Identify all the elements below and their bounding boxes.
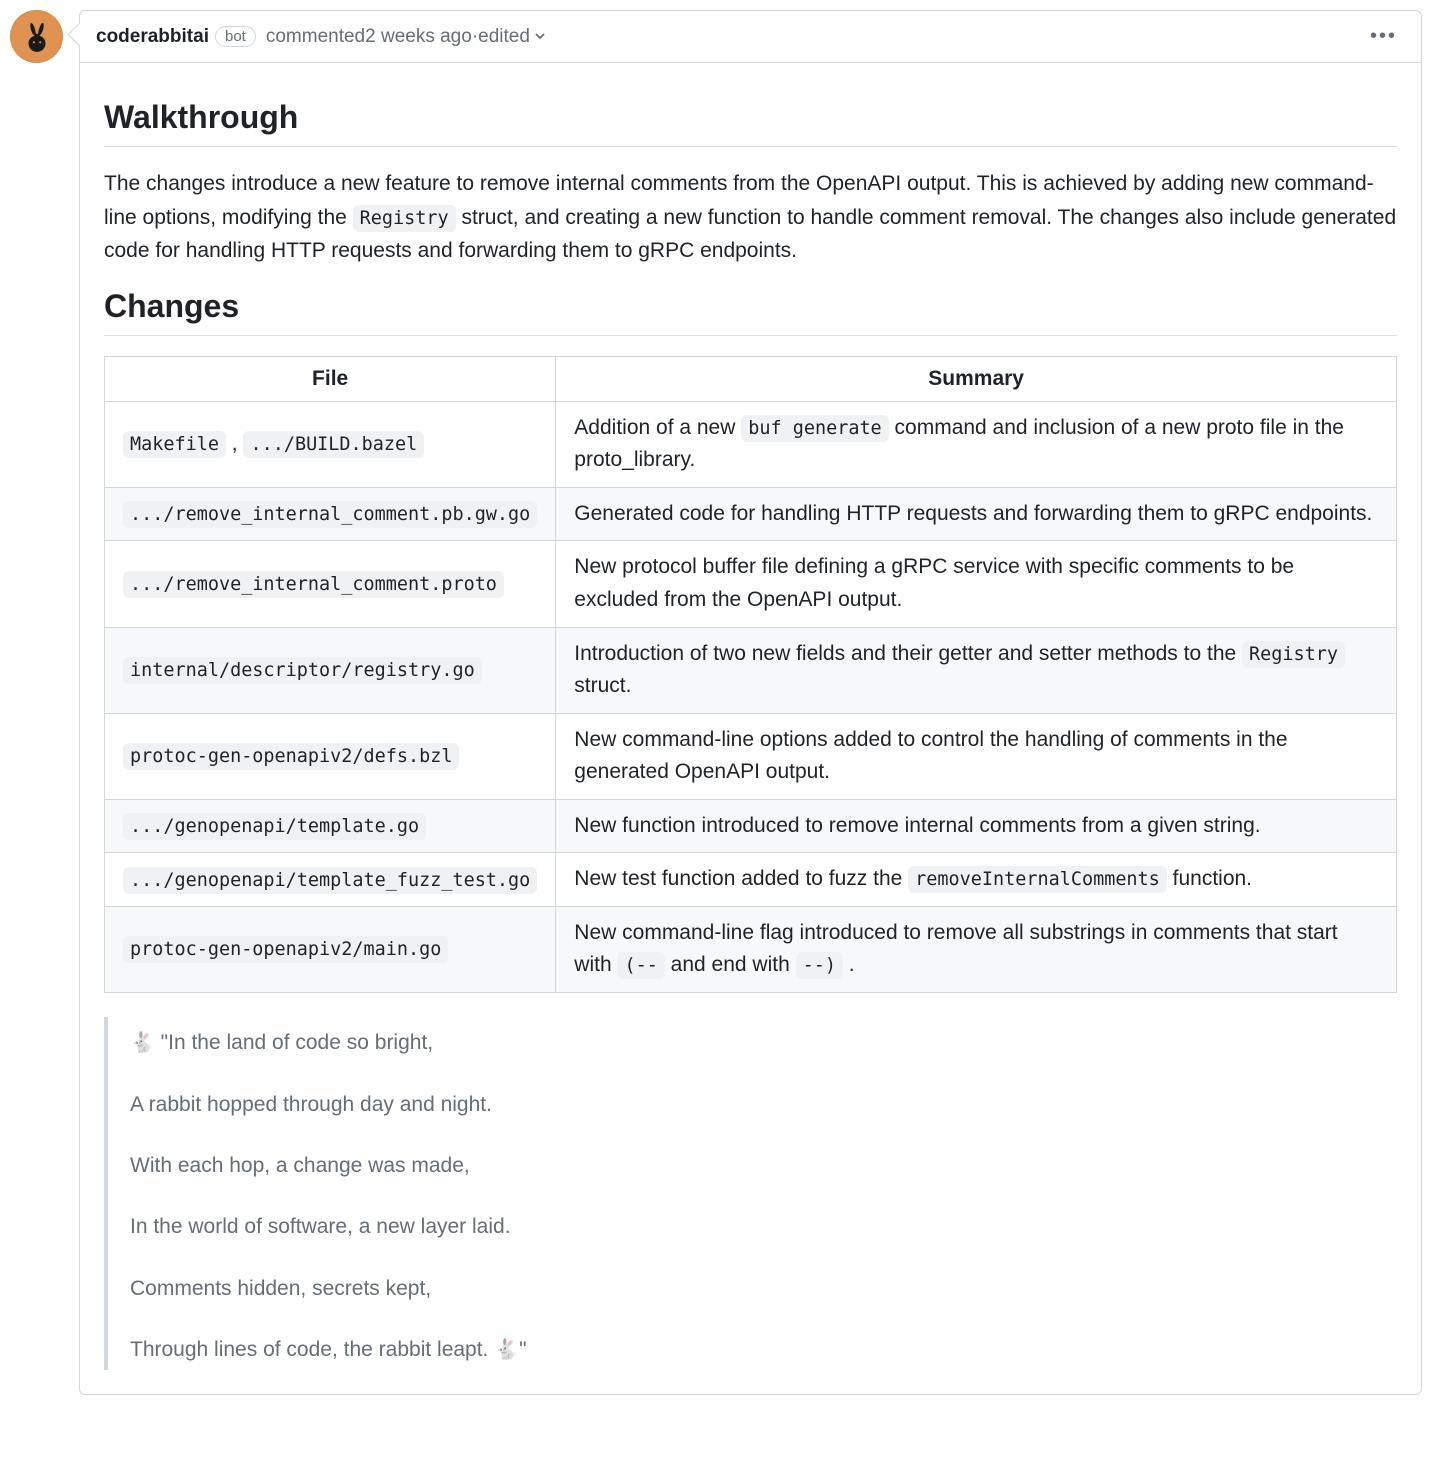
file-path: .../remove_internal_comment.proto — [123, 571, 504, 598]
file-path: .../genopenapi/template.go — [123, 813, 426, 840]
summary-cell: New function introduced to remove intern… — [556, 799, 1397, 853]
walkthrough-paragraph: The changes introduce a new feature to r… — [104, 167, 1397, 268]
poem-line: 🐇 "In the land of code so bright, — [130, 1029, 1397, 1057]
file-cell: Makefile , .../BUILD.bazel — [105, 401, 556, 487]
rabbit-icon — [20, 20, 54, 54]
comment-box: coderabbitai bot commented 2 weeks ago ·… — [79, 10, 1422, 1395]
table-header-file: File — [105, 356, 556, 401]
timestamp[interactable]: 2 weeks ago — [365, 26, 472, 48]
comment-author[interactable]: coderabbitai — [96, 26, 209, 48]
file-cell: protoc-gen-openapiv2/main.go — [105, 906, 556, 992]
code-inline: --) — [796, 952, 843, 979]
file-path: internal/descriptor/registry.go — [123, 657, 482, 684]
comment-header: coderabbitai bot commented 2 weeks ago ·… — [80, 11, 1421, 63]
code-inline: Registry — [1242, 641, 1345, 668]
file-cell: .../remove_internal_comment.pb.gw.go — [105, 487, 556, 541]
code-inline: buf generate — [741, 415, 888, 442]
summary-cell: New protocol buffer file defining a gRPC… — [556, 541, 1397, 627]
chevron-down-icon[interactable] — [534, 26, 546, 48]
rabbit-emoji-icon: 🐇 — [494, 1339, 519, 1361]
table-row: protoc-gen-openapiv2/main.go New command-… — [105, 906, 1397, 992]
kebab-menu-button[interactable]: ••• — [1362, 21, 1405, 52]
code-inline: Registry — [353, 205, 456, 232]
summary-cell: Generated code for handling HTTP request… — [556, 487, 1397, 541]
table-row: internal/descriptor/registry.go Introduct… — [105, 627, 1397, 713]
bot-badge: bot — [215, 26, 256, 47]
summary-cell: New command-line flag introduced to remo… — [556, 906, 1397, 992]
table-row: Makefile , .../BUILD.bazelAddition of a … — [105, 401, 1397, 487]
poem-line: With each hop, a change was made, — [130, 1152, 1397, 1179]
summary-cell: New test function added to fuzz the remo… — [556, 853, 1397, 907]
changes-heading: Changes — [104, 288, 1397, 336]
summary-cell: Introduction of two new fields and their… — [556, 627, 1397, 713]
poem-blockquote: 🐇 "In the land of code so bright, A rabb… — [104, 1017, 1397, 1370]
table-row: .../remove_internal_comment.proto New pro… — [105, 541, 1397, 627]
file-path: Makefile — [123, 431, 226, 458]
file-cell: .../genopenapi/template.go — [105, 799, 556, 853]
poem-line: Through lines of code, the rabbit leapt.… — [130, 1336, 1397, 1364]
edited-label[interactable]: edited — [478, 26, 530, 48]
file-cell: .../remove_internal_comment.proto — [105, 541, 556, 627]
file-path: .../BUILD.bazel — [243, 431, 424, 458]
poem-line: Comments hidden, secrets kept, — [130, 1275, 1397, 1302]
file-cell: .../genopenapi/template_fuzz_test.go — [105, 853, 556, 907]
poem-line: In the world of software, a new layer la… — [130, 1213, 1397, 1240]
table-row: .../genopenapi/template.go New function i… — [105, 799, 1397, 853]
file-path: protoc-gen-openapiv2/main.go — [123, 936, 448, 963]
poem-line: A rabbit hopped through day and night. — [130, 1091, 1397, 1118]
table-row: protoc-gen-openapiv2/defs.bzl New command… — [105, 713, 1397, 799]
commented-label: commented — [266, 26, 365, 48]
table-header-summary: Summary — [556, 356, 1397, 401]
file-path: protoc-gen-openapiv2/defs.bzl — [123, 743, 459, 770]
file-cell: internal/descriptor/registry.go — [105, 627, 556, 713]
changes-table: File Summary Makefile , .../BUILD.bazelA… — [104, 356, 1397, 993]
file-cell: protoc-gen-openapiv2/defs.bzl — [105, 713, 556, 799]
code-inline: removeInternalComments — [908, 866, 1167, 893]
comment-body: Walkthrough The changes introduce a new … — [80, 63, 1421, 1394]
rabbit-emoji-icon: 🐇 — [130, 1032, 155, 1054]
summary-cell: Addition of a new buf generate command a… — [556, 401, 1397, 487]
file-path: .../genopenapi/template_fuzz_test.go — [123, 867, 537, 894]
summary-cell: New command-line options added to contro… — [556, 713, 1397, 799]
code-inline: (-- — [617, 952, 664, 979]
comment-container: coderabbitai bot commented 2 weeks ago ·… — [10, 10, 1422, 1395]
table-row: .../genopenapi/template_fuzz_test.go New … — [105, 853, 1397, 907]
walkthrough-heading: Walkthrough — [104, 99, 1397, 147]
avatar[interactable] — [10, 10, 63, 63]
file-path: .../remove_internal_comment.pb.gw.go — [123, 501, 537, 528]
table-row: .../remove_internal_comment.pb.gw.go Gene… — [105, 487, 1397, 541]
